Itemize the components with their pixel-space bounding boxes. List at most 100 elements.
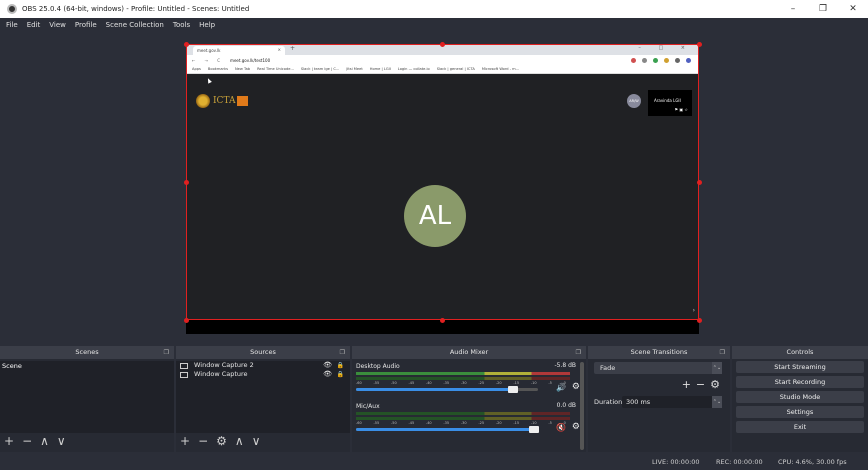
add-transition-button[interactable]: + (682, 379, 691, 391)
scale-tick: -30 (460, 421, 467, 425)
scale-tick: -35 (443, 421, 450, 425)
extension-icon (653, 57, 658, 63)
add-scene-button[interactable]: + (4, 434, 14, 448)
scale-tick: -15 (513, 421, 520, 425)
menu-profile[interactable]: Profile (75, 21, 97, 29)
bookmark-item: Jitsi Meet (346, 67, 363, 71)
gear-icon[interactable]: ⚙ (572, 422, 580, 432)
muted-speaker-icon[interactable]: 🔇 (556, 423, 566, 432)
volume-meter (356, 412, 570, 415)
mixer-channel-mic-aux: Mic/Aux 0.0 dB -60 -55 -50 -45 -40 -35 -30 -25 -… (352, 399, 586, 439)
float-dock-icon[interactable]: ❐ (720, 346, 725, 359)
mixer-scrollbar[interactable] (580, 362, 584, 450)
preview-canvas[interactable]: meet.gov.lk × + – □ × ← → C meet.gov.lk/… (186, 44, 699, 334)
settings-button[interactable]: Settings (736, 406, 864, 418)
lock-icon[interactable]: 🔒 (337, 361, 344, 370)
gear-icon[interactable]: ⚙ (572, 382, 580, 392)
studio-mode-button[interactable]: Studio Mode (736, 391, 864, 403)
scale-tick: -5 (548, 421, 552, 425)
exit-button[interactable]: Exit (736, 421, 864, 433)
scale-tick: -40 (425, 421, 432, 425)
volume-slider[interactable] (356, 426, 540, 433)
scene-list[interactable]: Scene (0, 361, 174, 433)
minimize-button[interactable]: – (778, 0, 808, 18)
bookmark-item: Slack | team lge | C... (300, 67, 340, 71)
resize-handle[interactable] (440, 41, 445, 47)
move-scene-up-button[interactable]: ∧ (40, 434, 49, 448)
resize-handle[interactable] (183, 41, 189, 47)
scene-item[interactable]: Scene (0, 361, 174, 371)
move-scene-down-button[interactable]: ∨ (57, 434, 66, 448)
bookmark-item: Microsoft Word - m... (481, 67, 520, 71)
add-source-button[interactable]: + (180, 434, 190, 448)
mixer-channel-desktop-audio: Desktop Audio -5.8 dB -60 -55 -50 -45 -40 -35… (352, 359, 586, 399)
obs-logo-icon (7, 4, 17, 14)
participant-avatar-small: AR/W (627, 94, 641, 108)
scenes-title: Scenes (75, 348, 99, 356)
resize-handle[interactable] (696, 317, 702, 323)
eye-icon[interactable]: 👁 (323, 361, 332, 370)
lock-icon[interactable]: 🔒 (337, 370, 344, 379)
source-item[interactable]: Window Capture 2 👁 🔒 (176, 361, 350, 370)
move-source-up-button[interactable]: ∧ (235, 434, 244, 448)
channel-db: 0.0 dB (556, 402, 576, 409)
menu-help[interactable]: Help (199, 21, 215, 29)
start-recording-button[interactable]: Start Recording (736, 376, 864, 388)
volume-slider-fill (356, 428, 535, 431)
scale-tick: -60 (356, 381, 362, 385)
volume-slider-knob[interactable] (507, 386, 518, 393)
captured-window-controls: – □ × (638, 45, 693, 51)
scenes-dock-header: Scenes ❐ (0, 346, 174, 359)
maximize-button[interactable]: ❐ (808, 0, 838, 18)
resize-handle[interactable] (183, 317, 189, 323)
float-dock-icon[interactable]: ❐ (164, 346, 169, 359)
menu-file[interactable]: File (6, 21, 18, 29)
remove-transition-button[interactable]: − (696, 379, 705, 391)
controls-header: Controls (732, 346, 868, 359)
start-streaming-button[interactable]: Start Streaming (736, 361, 864, 373)
spinner-arrows-icon[interactable]: ⌃⌄ (712, 396, 722, 408)
select-arrows-icon: ⌃⌄ (712, 362, 722, 374)
logo-mark-icon (237, 96, 249, 106)
resize-handle[interactable] (440, 317, 445, 323)
menu-tools[interactable]: Tools (173, 21, 190, 29)
duration-input[interactable]: 300 ms ⌃⌄ (622, 396, 722, 408)
volume-slider[interactable] (356, 386, 538, 393)
resize-handle[interactable] (183, 179, 189, 185)
icta-logo: ICTA (196, 94, 249, 108)
remove-source-button[interactable]: − (198, 434, 208, 448)
scale-tick: -55 (373, 381, 380, 385)
menu-view[interactable]: View (49, 21, 66, 29)
duration-row: Duration 300 ms ⌃⌄ (594, 396, 724, 410)
transition-select[interactable]: Fade ⌃⌄ (594, 362, 722, 374)
source-item[interactable]: Window Capture 👁 🔒 (176, 370, 350, 379)
scale-tick: -20 (495, 421, 502, 425)
captured-url: meet.gov.lk/test100 (230, 57, 271, 63)
resize-handle[interactable] (696, 41, 702, 47)
move-source-down-button[interactable]: ∨ (252, 434, 261, 448)
float-dock-icon[interactable]: ❐ (576, 346, 581, 359)
volume-slider-knob[interactable] (529, 426, 540, 433)
monitor-icon (180, 362, 188, 369)
resize-handle[interactable] (696, 179, 702, 185)
source-properties-button[interactable]: ⚙ (216, 434, 227, 448)
eye-icon[interactable]: 👁 (323, 370, 332, 379)
transition-properties-button[interactable]: ⚙ (710, 379, 720, 391)
title-bar: OBS 25.0.4 (64-bit, windows) - Profile: … (0, 0, 868, 18)
preview-area[interactable]: meet.gov.lk × + – □ × ← → C meet.gov.lk/… (0, 32, 868, 346)
bookmark-item: Bookmarks (207, 67, 228, 71)
speaker-icon[interactable]: 🔊 (556, 383, 566, 392)
controls-dock: Controls Start Streaming Start Recording… (732, 346, 868, 452)
source-list[interactable]: Window Capture 2 👁 🔒 Window Capture 👁 🔒 (176, 361, 350, 433)
meter-scale: -60 -55 -50 -45 -40 -35 -30 -25 -20 -15 -10 -5 0 (356, 381, 570, 385)
float-dock-icon[interactable]: ❐ (340, 346, 345, 359)
live-status: LIVE: 00:00:00 (652, 458, 700, 466)
menu-edit[interactable]: Edit (27, 21, 41, 29)
remove-scene-button[interactable]: − (22, 434, 32, 448)
controls-title: Controls (786, 348, 814, 356)
close-button[interactable]: ✕ (838, 0, 868, 18)
menu-scene-collection[interactable]: Scene Collection (106, 21, 164, 29)
bookmark-item: Slack | general | ICTA (436, 67, 475, 71)
scale-tick: -20 (495, 381, 502, 385)
scale-tick: -60 (356, 421, 362, 425)
